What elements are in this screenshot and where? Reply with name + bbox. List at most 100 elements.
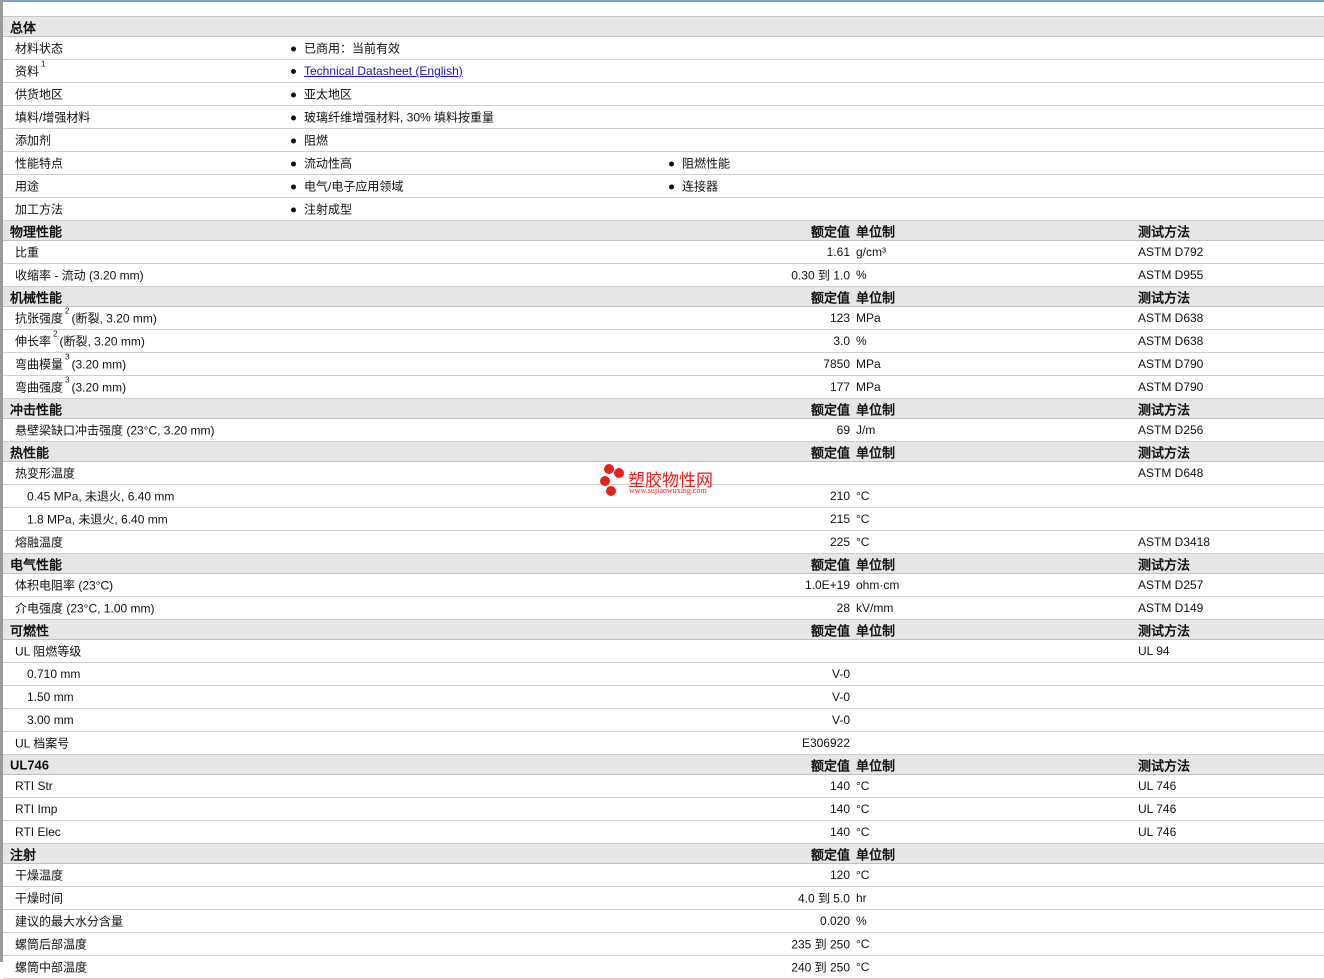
table-row: 弯曲模量3(3.20 mm) 7850 MPa ASTM D790 xyxy=(3,353,1324,376)
logo-dot xyxy=(600,476,610,486)
property-value: 140 xyxy=(829,779,850,793)
bullet-item: 流动性高 xyxy=(291,155,352,172)
header-unit: 单位制 xyxy=(856,758,896,773)
bullet-item: 连接器 xyxy=(669,178,718,195)
header-test-method: 测试方法 xyxy=(1138,758,1191,773)
property-label: 用途 xyxy=(15,178,39,195)
datasheet-link[interactable]: Technical Datasheet (English) xyxy=(304,64,463,78)
header-value: 额定值 xyxy=(810,758,850,773)
property-name: 添加剂 xyxy=(15,133,52,148)
property-name: 介电强度 (23°C, 1.00 mm) xyxy=(15,601,155,616)
property-value: 0.020 xyxy=(819,914,850,928)
bullet-item: 亚太地区 xyxy=(291,86,352,103)
property-unit: % xyxy=(856,334,867,348)
header-value: 额定值 xyxy=(810,623,850,638)
property-unit: °C xyxy=(856,937,870,951)
property-name: 悬壁梁缺口冲击强度 (23°C, 3.20 mm) xyxy=(15,423,215,438)
property-label: 0.45 MPa, 未退火, 6.40 mm xyxy=(27,488,174,505)
property-value: 177 xyxy=(829,380,850,394)
property-label: 供货地区 xyxy=(15,86,63,103)
property-unit: °C xyxy=(856,802,870,816)
property-label: 热变形温度 xyxy=(15,465,75,482)
bullet-item: 电气/电子应用领域 xyxy=(291,178,403,195)
table-row: 干燥时间 4.0 到 5.0 hr xyxy=(3,887,1324,910)
property-name: 熔融温度 xyxy=(15,535,64,550)
footnote-ref[interactable]: 1 xyxy=(41,60,45,69)
property-value: 1.0E+19 xyxy=(804,578,850,592)
table-row: UL 阻燃等级 UL 94 xyxy=(3,640,1324,663)
property-label: 材料状态 xyxy=(15,40,63,57)
property-label: 熔融温度 xyxy=(15,534,63,551)
footnote-ref[interactable]: 3 xyxy=(65,353,69,362)
property-label: 干燥时间 xyxy=(15,890,63,907)
property-name: 建议的最大水分含量 xyxy=(15,914,124,929)
test-method: ASTM D256 xyxy=(1138,423,1204,437)
property-name: 加工方法 xyxy=(15,202,64,217)
property-value: 225 xyxy=(829,535,850,549)
logo-dot xyxy=(614,468,624,478)
test-method: ASTM D955 xyxy=(1138,268,1204,282)
property-value: 69 xyxy=(836,423,850,437)
property-unit: MPa xyxy=(856,357,881,371)
property-value: 120 xyxy=(829,868,850,882)
property-value: 0.30 到 1.0 xyxy=(791,268,850,283)
header-test-method: 测试方法 xyxy=(1138,623,1191,638)
property-condition: (断裂, 3.20 mm) xyxy=(71,311,157,326)
property-unit: °C xyxy=(856,825,870,839)
property-unit: hr xyxy=(856,891,867,905)
property-unit: g/cm³ xyxy=(856,245,886,259)
header-unit: 单位制 xyxy=(856,847,896,862)
test-method: UL 746 xyxy=(1138,779,1177,793)
table-row: 1.8 MPa, 未退火, 6.40 mm 215 °C xyxy=(3,508,1324,531)
property-value: V-0 xyxy=(831,690,850,704)
table-row: 材料状态 已商用：当前有效 xyxy=(3,37,1324,60)
property-label: 弯曲模量3(3.20 mm) xyxy=(15,353,126,373)
table-row: 熔融温度 225 °C ASTM D3418 xyxy=(3,531,1324,554)
property-label: 悬壁梁缺口冲击强度 (23°C, 3.20 mm) xyxy=(15,422,215,439)
property-value: 140 xyxy=(829,825,850,839)
test-method: ASTM D792 xyxy=(1138,245,1204,259)
property-unit: °C xyxy=(856,779,870,793)
test-method: ASTM D257 xyxy=(1138,578,1204,592)
test-method: ASTM D149 xyxy=(1138,601,1204,615)
property-value: 1.61 xyxy=(826,245,850,259)
header-value: 额定值 xyxy=(810,402,850,417)
property-label: 弯曲强度3(3.20 mm) xyxy=(15,376,127,396)
section-title: 物理性能 xyxy=(10,224,63,239)
property-value: 235 到 250 xyxy=(791,937,850,952)
property-label: 加工方法 xyxy=(15,201,63,218)
watermark-logo: 塑胶物性网 www.sujiaowuxing.com xyxy=(598,462,738,500)
top-border xyxy=(0,0,1324,2)
property-label: 收缩率 - 流动 (3.20 mm) xyxy=(15,267,144,284)
property-name: 0.710 mm xyxy=(27,667,81,681)
property-condition: (3.20 mm) xyxy=(71,380,127,395)
test-method: UL 746 xyxy=(1138,825,1177,839)
section-header: 注射 额定值 单位制 xyxy=(3,844,1324,864)
property-name: 1.50 mm xyxy=(27,690,74,704)
bullet-item: 已商用：当前有效 xyxy=(291,40,400,57)
property-name: 供货地区 xyxy=(15,87,64,102)
bullet-item: 注射成型 xyxy=(291,201,352,218)
test-method: UL 94 xyxy=(1138,644,1170,658)
property-name: UL 档案号 xyxy=(15,736,70,751)
test-method: ASTM D3418 xyxy=(1138,535,1211,549)
property-label: RTI Str xyxy=(15,779,53,793)
section-header: UL746 额定值 单位制 测试方法 xyxy=(3,755,1324,775)
test-method: ASTM D648 xyxy=(1138,466,1204,480)
table-row: 体积电阻率 (23°C) 1.0E+19 ohm·cm ASTM D257 xyxy=(3,574,1324,597)
property-unit: °C xyxy=(856,489,870,503)
property-label: UL 档案号 xyxy=(15,735,69,752)
property-label: 体积电阻率 (23°C) xyxy=(15,577,113,594)
footnote-ref[interactable]: 2 xyxy=(53,330,57,339)
header-test-method: 测试方法 xyxy=(1138,557,1191,572)
header-value: 额定值 xyxy=(810,224,850,239)
bullet-item: 玻璃纤维增强材料, 30% 填料按重量 xyxy=(291,109,494,126)
section-title: UL746 xyxy=(10,757,50,772)
bullet-text: 流动性高 xyxy=(304,156,353,171)
section-title: 注射 xyxy=(10,847,37,862)
property-label: 建议的最大水分含量 xyxy=(15,913,123,930)
property-label: 干燥温度 xyxy=(15,867,63,884)
footnote-ref[interactable]: 3 xyxy=(65,376,69,385)
footnote-ref[interactable]: 2 xyxy=(65,307,69,316)
table-row: 螺筒中部温度 240 到 250 °C xyxy=(3,956,1324,979)
